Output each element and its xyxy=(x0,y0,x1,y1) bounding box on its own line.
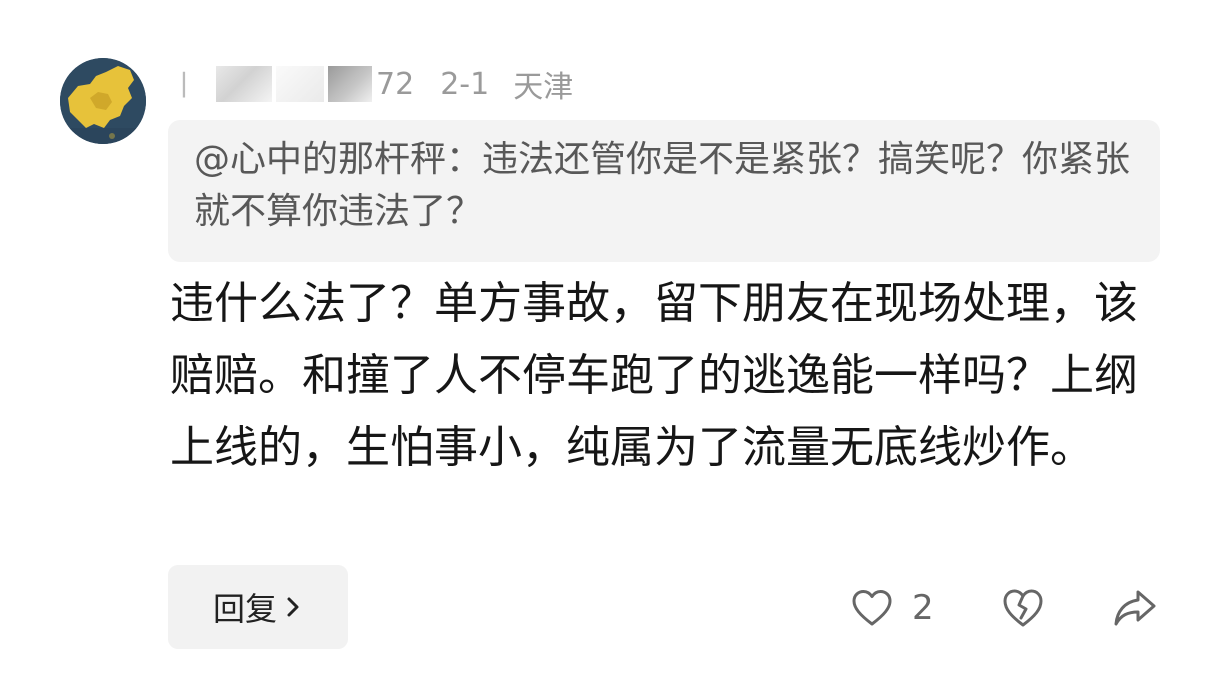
username-blur xyxy=(216,66,273,102)
quoted-comment[interactable]: @心中的那杆秤：违法还管你是不是紧张？搞笑呢？你紧张就不算你违法了？ xyxy=(168,120,1160,262)
reply-button[interactable]: 回复 xyxy=(168,565,348,649)
comment-date: 2-1 xyxy=(440,66,490,102)
china-map-avatar-icon xyxy=(60,58,146,144)
like-count: 2 xyxy=(912,588,934,628)
dislike-button[interactable] xyxy=(1000,586,1046,630)
comment-body-text: 违什么法了？单方事故，留下朋友在现场处理，该赔赔。和撞了人不停车跑了的逃逸能一样… xyxy=(170,278,1138,473)
broken-heart-icon xyxy=(1003,589,1043,627)
share-arrow-icon xyxy=(1114,590,1156,626)
like-button[interactable]: 2 xyxy=(850,586,934,630)
quoted-comment-text: @心中的那杆秤：违法还管你是不是紧张？搞笑呢？你紧张就不算你违法了？ xyxy=(194,139,1131,232)
username-blur xyxy=(276,66,325,102)
comment-body: 违什么法了？单方事故，留下朋友在现场处理，该赔赔。和撞了人不停车跑了的逃逸能一样… xyxy=(170,268,1145,484)
username[interactable]: 丨 72 xyxy=(170,64,414,104)
comment-meta: 丨 72 2-1 天津 xyxy=(170,62,573,106)
username-suffix: 72 xyxy=(376,66,415,102)
heart-icon xyxy=(852,590,892,626)
avatar[interactable] xyxy=(60,58,146,144)
username-blur xyxy=(328,66,373,102)
comment-location: 天津 xyxy=(513,70,574,105)
reply-button-label: 回复 xyxy=(212,590,277,628)
username-glyph-icon: 丨 xyxy=(170,69,199,102)
chevron-right-icon xyxy=(287,597,299,617)
share-button[interactable] xyxy=(1112,586,1158,630)
